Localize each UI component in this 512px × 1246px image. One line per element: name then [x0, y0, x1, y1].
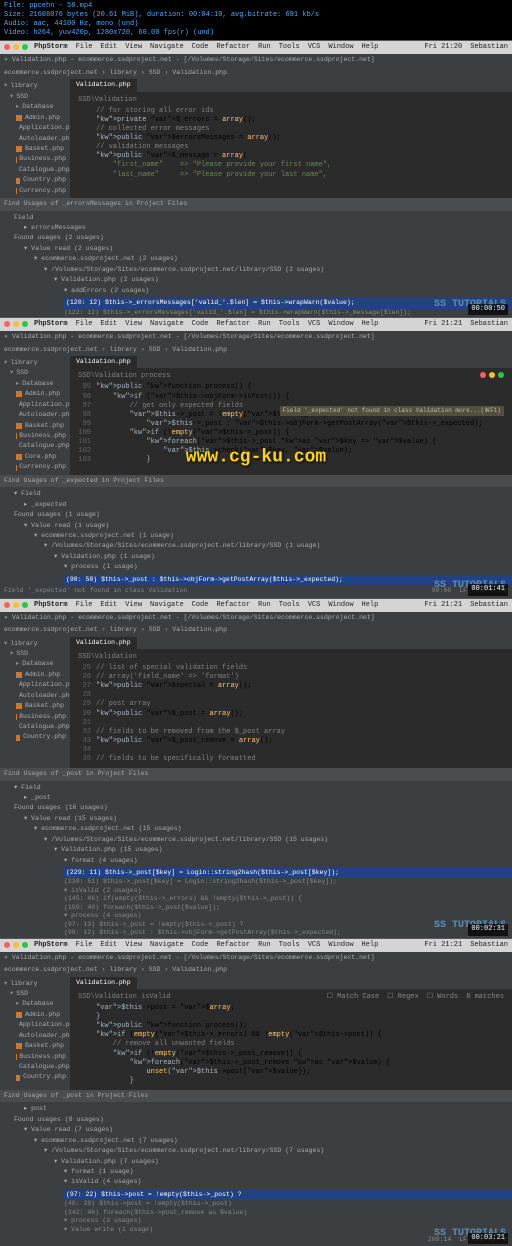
ide-panel-1: PhpStorm File Edit View Navigate Code Re… — [0, 40, 512, 317]
menu-edit[interactable]: Edit — [100, 43, 117, 52]
title-path: ●Validation.php - ecommerce.ssdproject.n… — [0, 54, 512, 66]
menu-view[interactable]: View — [125, 43, 142, 52]
timecode: 00:00:50 — [468, 304, 508, 315]
find-usages-panel[interactable]: Find Usages of _expected in Project File… — [0, 475, 512, 585]
project-sidebar[interactable]: ▾library ▾SSD ▸Database Admin.php Applic… — [0, 79, 70, 198]
menu-help[interactable]: Help — [362, 43, 379, 52]
menubar: PhpStorm FileEditViewNavigateCodeRefacto… — [0, 318, 512, 331]
editor-tabs: Validation.php — [70, 79, 512, 91]
menu-code[interactable]: Code — [192, 43, 209, 52]
username: Sebastian — [470, 43, 508, 52]
menu-run[interactable]: Run — [258, 43, 271, 52]
project-sidebar[interactable]: ▾library ▾SSD ▸Database Admin.php Applic… — [0, 356, 70, 475]
clock: Fri 21:20 — [424, 43, 462, 52]
menubar: PhpStorm File Edit View Navigate Code Re… — [0, 41, 512, 54]
tab-validation[interactable]: Validation.php — [70, 79, 137, 91]
menu-vcs[interactable]: VCS — [308, 43, 321, 52]
breadcrumb[interactable]: ecommerce.ssdproject.net›library›SSD›Val… — [0, 67, 512, 79]
menu-tools[interactable]: Tools — [279, 43, 300, 52]
video-file-info: File: ppcehn - 58.mp4 Size: 21608076 byt… — [0, 0, 512, 40]
ide-panel-3: PhpStorm FileEditViewNavigateCodeRefacto… — [0, 598, 512, 938]
ide-panel-2: PhpStorm FileEditViewNavigateCodeRefacto… — [0, 317, 512, 598]
window-controls[interactable] — [4, 44, 28, 50]
menu-navigate[interactable]: Navigate — [150, 43, 184, 52]
watermark: www.cg-ku.com — [186, 446, 326, 469]
code-editor[interactable]: SSD\Validation // for storing all error … — [70, 92, 512, 184]
menu-window[interactable]: Window — [328, 43, 353, 52]
ide-panel-4: PhpStorm FileEditViewNavigateCodeRefacto… — [0, 938, 512, 1246]
class-breadcrumb: SSD\Validation — [78, 96, 504, 107]
usages-title: Find Usages of _errorsMessages in Projec… — [0, 198, 512, 210]
inspection-tooltip: Field '_expected' not found in class Val… — [280, 406, 504, 416]
menu-file[interactable]: File — [76, 43, 93, 52]
app-name: PhpStorm — [34, 43, 68, 52]
menu-refactor[interactable]: Refactor — [216, 43, 250, 52]
